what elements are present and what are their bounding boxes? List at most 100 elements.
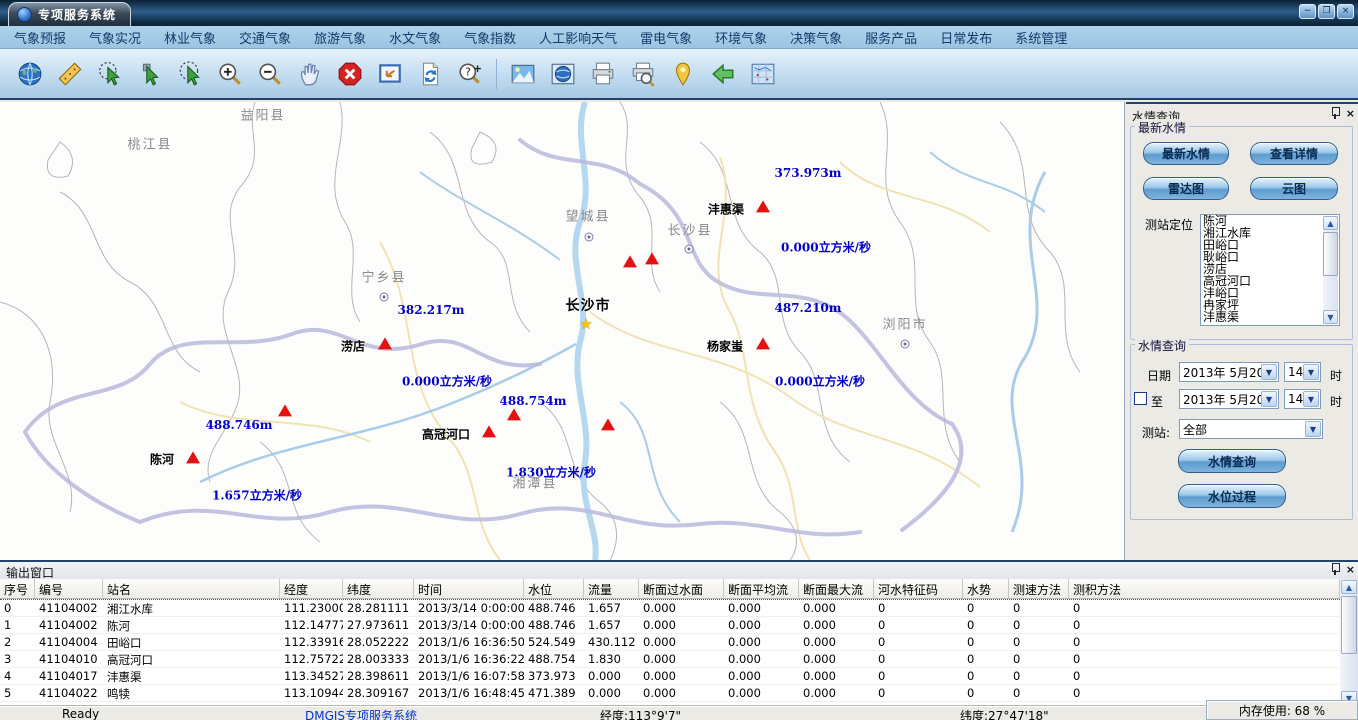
pin-icon[interactable]	[1330, 107, 1340, 119]
print-preview-icon[interactable]	[623, 56, 663, 92]
station-listbox[interactable]: 陈河湘江水库田峪口耿峪口涝店高冠河口沣峪口冉家坪沣惠渠 ▲ ▼	[1200, 214, 1340, 326]
status-longitude: 经度:113°9'7"	[600, 707, 681, 720]
output-close-icon[interactable]: ×	[1346, 564, 1355, 575]
zoom-out-icon[interactable]	[250, 56, 290, 92]
select-arrow-icon[interactable]	[130, 56, 170, 92]
close-button[interactable]: ×	[1337, 4, 1354, 19]
scroll-up-icon[interactable]: ▲	[1341, 580, 1357, 594]
station-marker-triangle[interactable]	[756, 200, 770, 212]
menu-item[interactable]: 决策气象	[790, 28, 842, 47]
table-row[interactable]: 241104004田峪口112.33916728.0522222013/1/6 …	[0, 634, 1340, 651]
zoom-in-icon[interactable]	[210, 56, 250, 92]
chevron-down-icon[interactable]: ▼	[1261, 364, 1277, 380]
menu-item[interactable]: 水文气象	[389, 28, 441, 47]
station-marker-triangle[interactable]	[278, 404, 292, 416]
date-from-combo[interactable]: 2013年 5月20日▼	[1179, 362, 1279, 382]
cloud-image-button[interactable]: 云图	[1250, 177, 1338, 200]
station-marker-triangle[interactable]	[645, 252, 659, 264]
measure-icon[interactable]	[50, 56, 90, 92]
view-detail-button[interactable]: 查看详情	[1250, 142, 1338, 165]
select-features-icon[interactable]	[90, 56, 130, 92]
menu-item[interactable]: 服务产品	[865, 28, 917, 47]
date-to-combo[interactable]: 2013年 5月20日▼	[1179, 389, 1279, 409]
menu-item[interactable]: 系统管理	[1015, 28, 1067, 47]
placemark-icon[interactable]	[663, 56, 703, 92]
menu-item[interactable]: 雷电气象	[640, 28, 692, 47]
grid-column-header[interactable]: 断面平均流	[724, 579, 799, 598]
station-marker-triangle[interactable]	[756, 337, 770, 349]
grid-column-header[interactable]: 断面最大流	[799, 579, 874, 598]
grid-column-header[interactable]: 水位	[524, 579, 584, 598]
table-row[interactable]: 341104010高冠河口112.75722228.0033332013/1/6…	[0, 651, 1340, 668]
identify-icon[interactable]: ?	[450, 56, 490, 92]
station-marker-triangle[interactable]	[507, 408, 521, 420]
table-row[interactable]: 141104002陈河112.14777827.9736112013/3/14 …	[0, 617, 1340, 634]
map-value-label: 488.754m	[500, 394, 567, 408]
grid-column-header[interactable]: 断面过水面	[639, 579, 724, 598]
pin-icon[interactable]	[1330, 563, 1340, 575]
station-marker-triangle[interactable]	[482, 425, 496, 437]
menu-item[interactable]: 林业气象	[164, 28, 216, 47]
grid-column-header[interactable]: 站名	[103, 579, 280, 598]
grid-column-header[interactable]: 水势	[963, 579, 1009, 598]
grid-column-header[interactable]: 编号	[35, 579, 103, 598]
table-row[interactable]: 541104022鸣犊113.10944428.3091672013/1/6 1…	[0, 685, 1340, 702]
overview-map-icon[interactable]	[743, 56, 783, 92]
maximize-button[interactable]: ❐	[1318, 4, 1335, 19]
menu-item[interactable]: 交通气象	[239, 28, 291, 47]
print-icon[interactable]	[583, 56, 623, 92]
table-cell: 0	[874, 651, 963, 667]
stop-icon[interactable]	[330, 56, 370, 92]
grid-column-header[interactable]: 经度	[280, 579, 343, 598]
map-canvas[interactable]: 桃江县益阳县宁乡县望城县长沙县湘潭县浏阳市长沙市涝店陈河高冠河口沣惠渠杨家蚩38…	[0, 102, 1125, 560]
grid-column-header[interactable]: 纬度	[343, 579, 414, 598]
grid-column-header[interactable]: 测速方法	[1009, 579, 1069, 598]
refresh-icon[interactable]	[410, 56, 450, 92]
chevron-down-icon[interactable]: ▼	[1305, 421, 1321, 437]
minimize-button[interactable]: −	[1299, 4, 1316, 19]
station-marker-triangle[interactable]	[186, 451, 200, 463]
hour-to-combo[interactable]: 14▼	[1284, 389, 1321, 409]
chevron-down-icon[interactable]: ▼	[1303, 364, 1319, 380]
station-marker-triangle[interactable]	[623, 255, 637, 267]
pan-hand-icon[interactable]	[290, 56, 330, 92]
back-arrow-icon[interactable]	[703, 56, 743, 92]
station-marker-triangle[interactable]	[601, 418, 615, 430]
menu-item[interactable]: 日常发布	[940, 28, 992, 47]
table-row[interactable]: 041104002湘江水库111.23000028.2811112013/3/1…	[0, 600, 1340, 617]
grid-column-header[interactable]: 河水特征码	[874, 579, 963, 598]
to-date-checkbox[interactable]	[1134, 392, 1147, 405]
select-polygon-icon[interactable]	[170, 56, 210, 92]
grid-column-header[interactable]: 测积方法	[1069, 579, 1340, 598]
radar-chart-button[interactable]: 雷达图	[1143, 177, 1229, 200]
station-list-item[interactable]: 沣惠渠	[1201, 311, 1323, 323]
menu-item[interactable]: 环境气象	[715, 28, 767, 47]
menu-item[interactable]: 气象指数	[464, 28, 516, 47]
table-row[interactable]: 441104017沣惠渠113.34527828.3986112013/1/6 …	[0, 668, 1340, 685]
full-extent-icon[interactable]	[370, 56, 410, 92]
map-county-label: 宁乡县	[361, 267, 406, 286]
hour-from-combo[interactable]: 14▼	[1284, 362, 1321, 382]
menu-item[interactable]: 旅游气象	[314, 28, 366, 47]
chevron-down-icon[interactable]: ▼	[1303, 391, 1319, 407]
scroll-up-icon[interactable]: ▲	[1323, 216, 1338, 230]
grid-column-header[interactable]: 序号	[0, 579, 35, 598]
menu-item[interactable]: 人工影响天气	[539, 28, 617, 47]
latest-water-button[interactable]: 最新水情	[1143, 142, 1229, 165]
water-query-button[interactable]: 水情查询	[1178, 449, 1286, 473]
export-image-icon[interactable]	[503, 56, 543, 92]
globe-icon[interactable]	[10, 56, 50, 92]
grid-column-header[interactable]: 流量	[584, 579, 639, 598]
grid-scrollbar[interactable]: ▲ ▼	[1340, 579, 1358, 706]
water-level-process-button[interactable]: 水位过程	[1178, 484, 1286, 508]
panel-close-icon[interactable]: ×	[1346, 108, 1355, 119]
world-image-icon[interactable]	[543, 56, 583, 92]
chevron-down-icon[interactable]: ▼	[1261, 391, 1277, 407]
station-select-combo[interactable]: 全部▼	[1179, 419, 1323, 439]
station-marker-triangle[interactable]	[378, 337, 392, 349]
grid-column-header[interactable]: 时间	[414, 579, 524, 598]
menu-item[interactable]: 气象实况	[89, 28, 141, 47]
station-list-scrollbar[interactable]: ▲ ▼	[1323, 216, 1338, 324]
scroll-down-icon[interactable]: ▼	[1323, 310, 1338, 324]
menu-item[interactable]: 气象预报	[14, 28, 66, 47]
